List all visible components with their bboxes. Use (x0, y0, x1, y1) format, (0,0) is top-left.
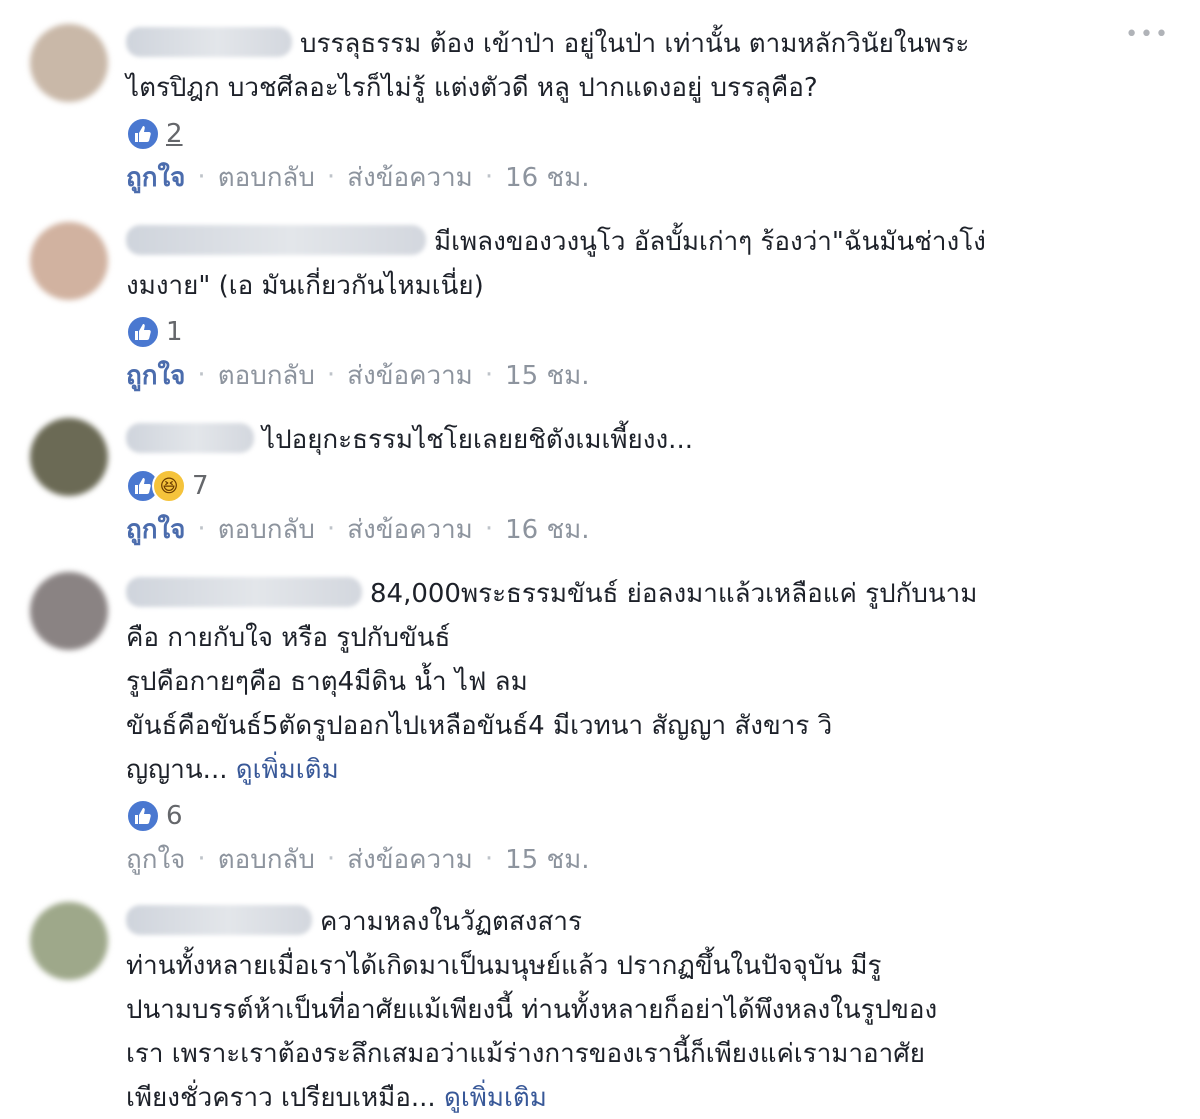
avatar[interactable] (30, 418, 108, 496)
like-link[interactable]: ถูกใจ (126, 157, 185, 198)
reaction-count[interactable]: 1 (166, 317, 183, 347)
timestamp[interactable]: 15 ชม. (505, 355, 589, 396)
see-more-link[interactable]: ดูเพิ่มเติม (236, 755, 339, 785)
comment-actions: ถูกใจ · ตอบกลับ · ส่งข้อความ · 16 ชม. (126, 506, 1126, 552)
timestamp[interactable]: 15 ชม. (505, 839, 589, 880)
avatar[interactable] (30, 902, 108, 980)
reaction-summary[interactable]: 2 (126, 114, 1126, 154)
separator: · (484, 514, 494, 544)
reply-link[interactable]: ตอบกลับ (218, 509, 315, 550)
message-link[interactable]: ส่งข้อความ (347, 355, 473, 396)
timestamp[interactable]: 16 ชม. (505, 157, 589, 198)
thumbs-up-icon (126, 799, 160, 833)
like-link[interactable]: ถูกใจ (126, 355, 185, 396)
comment-actions: ถูกใจ · ตอบกลับ · ส่งข้อความ · 15 ชม. (126, 836, 1126, 882)
separator: · (326, 514, 336, 544)
author-name[interactable] (126, 905, 312, 935)
separator: · (484, 162, 494, 192)
haha-icon: 😆 (152, 469, 186, 503)
reaction-summary[interactable]: 6 (126, 796, 1126, 836)
thumbs-up-icon (126, 315, 160, 349)
author-name[interactable] (126, 225, 426, 255)
separator: · (197, 514, 206, 544)
reply-link[interactable]: ตอบกลับ (218, 157, 315, 198)
message-link[interactable]: ส่งข้อความ (347, 509, 473, 550)
message-link[interactable]: ส่งข้อความ (347, 157, 473, 198)
comment-actions: ถูกใจ · ตอบกลับ · ส่งข้อความ · 15 ชม. (126, 352, 1126, 398)
comment-text: 84,000พระธรรมขันธ์ ย่อลงมาแล้วเหลือแค่ ร… (126, 577, 978, 785)
avatar[interactable] (30, 222, 108, 300)
author-name[interactable] (126, 577, 362, 607)
author-name[interactable] (126, 27, 292, 57)
separator: · (326, 162, 336, 192)
message-link[interactable]: ส่งข้อความ (347, 839, 473, 880)
comment-text: มีเพลงของวงนูโว อัลบั้มเก่าๆ ร้องว่า"ฉัน… (126, 225, 986, 301)
reaction-summary[interactable]: 😆 7 (126, 466, 1126, 506)
see-more-link[interactable]: ดูเพิ่มเติม (444, 1083, 547, 1113)
comment-text: ไปอยุกะธรรมไชโยเลยยชิตังเมเพี้ยงง... (126, 418, 1126, 462)
separator: · (197, 162, 206, 192)
more-options-icon[interactable]: ••• (1125, 22, 1170, 47)
reaction-count[interactable]: 7 (192, 471, 209, 501)
separator: · (326, 844, 336, 874)
comment-text: บรรลุธรรม ต้อง เข้าป่า อยู่ในป่า เท่านั้… (126, 27, 970, 103)
separator: · (326, 360, 336, 390)
separator: · (197, 844, 206, 874)
reaction-summary[interactable]: 1 (126, 312, 1126, 352)
avatar[interactable] (30, 572, 108, 650)
author-name[interactable] (126, 423, 254, 453)
separator: · (484, 844, 494, 874)
like-link[interactable]: ถูกใจ (126, 509, 185, 550)
reply-link[interactable]: ตอบกลับ (218, 839, 315, 880)
timestamp[interactable]: 16 ชม. (505, 509, 589, 550)
comment-actions: ถูกใจ · ตอบกลับ · ส่งข้อความ · 16 ชม. (126, 154, 1126, 200)
reply-link[interactable]: ตอบกลับ (218, 355, 315, 396)
avatar[interactable] (30, 24, 108, 102)
reaction-count[interactable]: 2 (166, 119, 183, 149)
thumbs-up-icon (126, 117, 160, 151)
like-link[interactable]: ถูกใจ (126, 839, 185, 880)
separator: · (484, 360, 494, 390)
reaction-count[interactable]: 6 (166, 801, 183, 831)
separator: · (197, 360, 206, 390)
comment-text: ความหลงในวัฏตสงสาร ท่านทั้งหลายเมื่อเราไ… (126, 905, 938, 1113)
